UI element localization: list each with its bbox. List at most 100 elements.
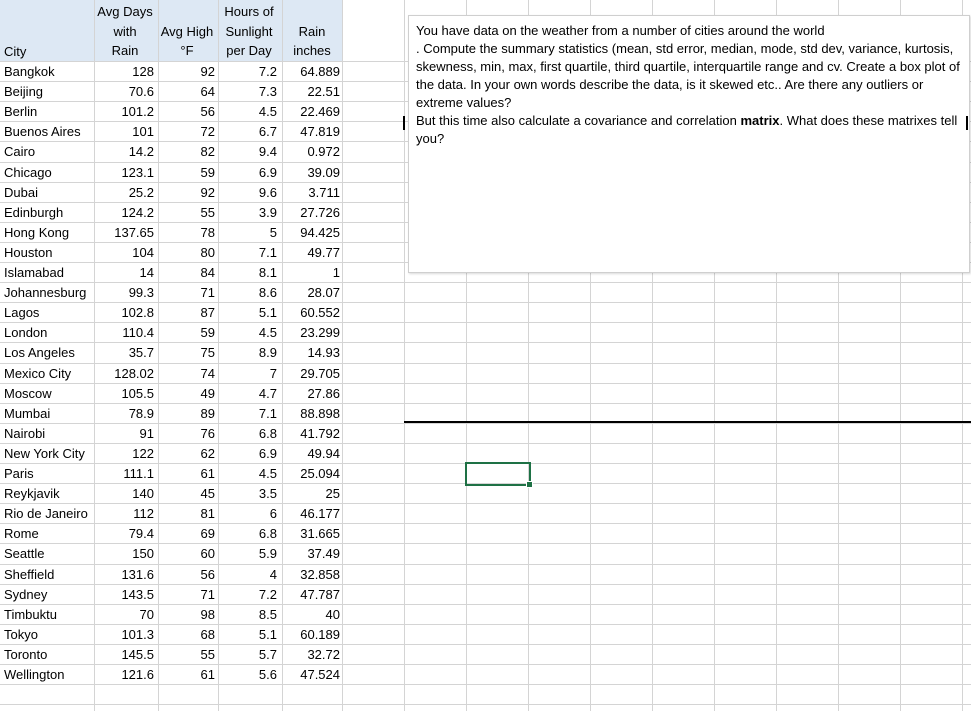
sun-cell[interactable]: 5.7 bbox=[218, 645, 277, 665]
inches-cell[interactable]: 47.524 bbox=[282, 665, 340, 685]
sun-cell[interactable]: 3.5 bbox=[218, 484, 277, 504]
sun-cell[interactable]: 6.9 bbox=[218, 163, 277, 183]
high-cell[interactable]: 71 bbox=[158, 283, 215, 303]
high-cell[interactable]: 55 bbox=[158, 645, 215, 665]
inches-cell[interactable]: 22.469 bbox=[282, 102, 340, 122]
inches-cell[interactable]: 32.858 bbox=[282, 565, 340, 585]
high-cell[interactable]: 81 bbox=[158, 504, 215, 524]
sun-cell[interactable]: 7.2 bbox=[218, 62, 277, 82]
high-cell[interactable]: 89 bbox=[158, 404, 215, 424]
sun-cell[interactable]: 7.1 bbox=[218, 404, 277, 424]
rain-days-cell[interactable]: 101 bbox=[94, 122, 154, 142]
city-cell[interactable]: Los Angeles bbox=[4, 343, 94, 363]
sun-cell[interactable]: 4.5 bbox=[218, 323, 277, 343]
high-cell[interactable]: 56 bbox=[158, 565, 215, 585]
sun-cell[interactable]: 6.8 bbox=[218, 424, 277, 444]
high-cell[interactable]: 68 bbox=[158, 625, 215, 645]
rain-days-cell[interactable]: 79.4 bbox=[94, 524, 154, 544]
sun-cell[interactable]: 8.5 bbox=[218, 605, 277, 625]
inches-cell[interactable]: 47.819 bbox=[282, 122, 340, 142]
inches-cell[interactable]: 37.49 bbox=[282, 544, 340, 564]
inches-cell[interactable]: 22.51 bbox=[282, 82, 340, 102]
sun-cell[interactable]: 5.9 bbox=[218, 544, 277, 564]
high-cell[interactable]: 84 bbox=[158, 263, 215, 283]
high-cell[interactable]: 59 bbox=[158, 163, 215, 183]
inches-cell[interactable]: 60.552 bbox=[282, 303, 340, 323]
inches-cell[interactable]: 39.09 bbox=[282, 163, 340, 183]
rain-days-cell[interactable]: 70 bbox=[94, 605, 154, 625]
sun-cell[interactable]: 4.7 bbox=[218, 384, 277, 404]
inches-cell[interactable]: 27.86 bbox=[282, 384, 340, 404]
rain-days-cell[interactable]: 128.02 bbox=[94, 364, 154, 384]
city-cell[interactable]: Houston bbox=[4, 243, 94, 263]
rain-days-cell[interactable]: 121.6 bbox=[94, 665, 154, 685]
rain-days-cell[interactable]: 124.2 bbox=[94, 203, 154, 223]
city-cell[interactable]: Paris bbox=[4, 464, 94, 484]
inches-cell[interactable]: 25.094 bbox=[282, 464, 340, 484]
rain-days-cell[interactable]: 111.1 bbox=[94, 464, 154, 484]
high-cell[interactable]: 61 bbox=[158, 665, 215, 685]
high-cell[interactable]: 87 bbox=[158, 303, 215, 323]
rain-days-cell[interactable]: 105.5 bbox=[94, 384, 154, 404]
city-cell[interactable]: Rome bbox=[4, 524, 94, 544]
city-cell[interactable]: Buenos Aires bbox=[4, 122, 94, 142]
city-cell[interactable]: Wellington bbox=[4, 665, 94, 685]
high-cell[interactable]: 71 bbox=[158, 585, 215, 605]
high-cell[interactable]: 49 bbox=[158, 384, 215, 404]
sun-cell[interactable]: 4 bbox=[218, 565, 277, 585]
high-cell[interactable]: 82 bbox=[158, 142, 215, 162]
inches-cell[interactable]: 27.726 bbox=[282, 203, 340, 223]
inches-cell[interactable]: 49.94 bbox=[282, 444, 340, 464]
rain-days-cell[interactable]: 35.7 bbox=[94, 343, 154, 363]
city-cell[interactable]: Moscow bbox=[4, 384, 94, 404]
rain-days-cell[interactable]: 104 bbox=[94, 243, 154, 263]
city-cell[interactable]: Mexico City bbox=[4, 364, 94, 384]
sun-cell[interactable]: 6 bbox=[218, 504, 277, 524]
inches-cell[interactable]: 1 bbox=[282, 263, 340, 283]
city-cell[interactable]: Reykjavik bbox=[4, 484, 94, 504]
fill-handle[interactable] bbox=[526, 481, 533, 488]
sun-cell[interactable]: 7 bbox=[218, 364, 277, 384]
rain-days-cell[interactable]: 91 bbox=[94, 424, 154, 444]
high-cell[interactable]: 92 bbox=[158, 62, 215, 82]
city-cell[interactable]: Sheffield bbox=[4, 565, 94, 585]
city-cell[interactable]: New York City bbox=[4, 444, 94, 464]
sun-cell[interactable]: 5 bbox=[218, 223, 277, 243]
active-cell-selection[interactable] bbox=[465, 462, 531, 486]
high-cell[interactable]: 45 bbox=[158, 484, 215, 504]
high-cell[interactable]: 69 bbox=[158, 524, 215, 544]
city-cell[interactable]: Sydney bbox=[4, 585, 94, 605]
sun-cell[interactable]: 4.5 bbox=[218, 102, 277, 122]
instructions-note[interactable]: You have data on the weather from a numb… bbox=[408, 15, 970, 273]
high-cell[interactable]: 92 bbox=[158, 183, 215, 203]
inches-cell[interactable]: 23.299 bbox=[282, 323, 340, 343]
sun-cell[interactable]: 4.5 bbox=[218, 464, 277, 484]
rain-days-cell[interactable]: 131.6 bbox=[94, 565, 154, 585]
high-cell[interactable]: 80 bbox=[158, 243, 215, 263]
rain-days-cell[interactable]: 101.3 bbox=[94, 625, 154, 645]
sun-cell[interactable]: 7.1 bbox=[218, 243, 277, 263]
inches-cell[interactable]: 88.898 bbox=[282, 404, 340, 424]
rain-days-cell[interactable]: 110.4 bbox=[94, 323, 154, 343]
sun-cell[interactable]: 6.8 bbox=[218, 524, 277, 544]
high-cell[interactable]: 78 bbox=[158, 223, 215, 243]
rain-days-cell[interactable]: 143.5 bbox=[94, 585, 154, 605]
sun-cell[interactable]: 9.4 bbox=[218, 142, 277, 162]
city-cell[interactable]: Berlin bbox=[4, 102, 94, 122]
rain-days-cell[interactable]: 102.8 bbox=[94, 303, 154, 323]
inches-cell[interactable]: 28.07 bbox=[282, 283, 340, 303]
city-cell[interactable]: Mumbai bbox=[4, 404, 94, 424]
city-cell[interactable]: Beijing bbox=[4, 82, 94, 102]
rain-days-cell[interactable]: 14.2 bbox=[94, 142, 154, 162]
city-cell[interactable]: Bangkok bbox=[4, 62, 94, 82]
city-cell[interactable]: Dubai bbox=[4, 183, 94, 203]
rain-days-cell[interactable]: 140 bbox=[94, 484, 154, 504]
inches-cell[interactable]: 31.665 bbox=[282, 524, 340, 544]
sun-cell[interactable]: 7.3 bbox=[218, 82, 277, 102]
rain-days-cell[interactable]: 112 bbox=[94, 504, 154, 524]
high-cell[interactable]: 56 bbox=[158, 102, 215, 122]
city-cell[interactable]: Nairobi bbox=[4, 424, 94, 444]
rain-days-cell[interactable]: 78.9 bbox=[94, 404, 154, 424]
rain-days-cell[interactable]: 14 bbox=[94, 263, 154, 283]
high-cell[interactable]: 61 bbox=[158, 464, 215, 484]
